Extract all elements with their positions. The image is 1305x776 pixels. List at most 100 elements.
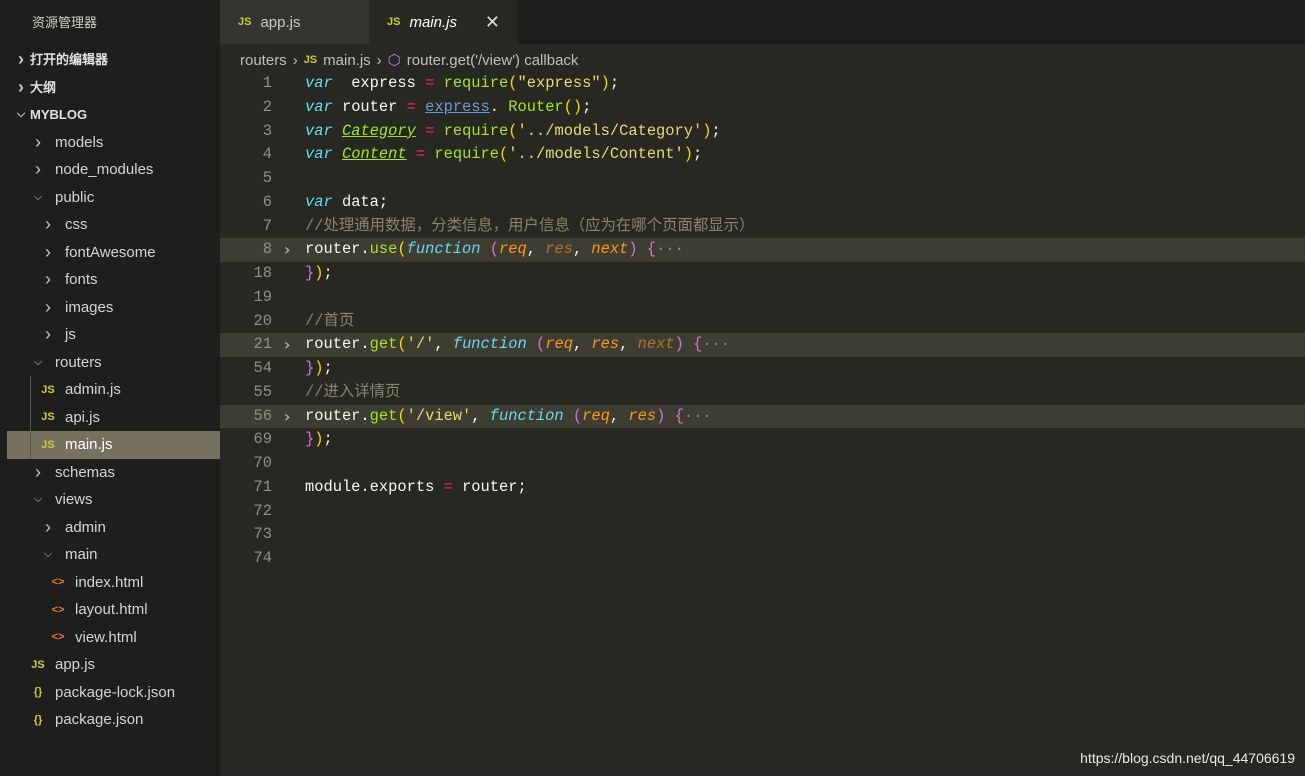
code-token: require xyxy=(443,74,509,92)
tree-item[interactable]: <> layout.html xyxy=(7,596,220,624)
code-line: 21 › router.get('/', function (req, res, n… xyxy=(220,333,1305,357)
code-token: ( xyxy=(508,121,518,140)
code-text: //处理通用数据，分类信息，用户信息（应为在哪个页面都显示） xyxy=(305,215,754,239)
tree-item[interactable]: JS api.js xyxy=(7,404,220,432)
code-line: 6 var data; xyxy=(220,191,1305,215)
chevron-down-icon: ⌵ xyxy=(33,190,43,203)
tree-item[interactable]: <> view.html xyxy=(7,624,220,652)
code-token: = xyxy=(415,145,426,164)
breadcrumb-folder[interactable]: routers xyxy=(240,52,287,69)
code-text: //进入详情页 xyxy=(305,381,400,405)
tree-item[interactable]: ⌵ main xyxy=(7,541,220,569)
tree-item-label: js xyxy=(65,326,76,344)
tree-item[interactable]: › fonts xyxy=(7,266,220,294)
line-number: 56 xyxy=(253,406,272,425)
code-line: 71 module.exports = router; xyxy=(220,476,1305,500)
chevron-right-icon: › xyxy=(376,51,382,69)
close-icon[interactable]: ✕ xyxy=(485,12,500,33)
section-label: MYBLOG xyxy=(30,107,88,122)
code-token: var xyxy=(305,121,333,140)
code-text: var express = require("express"); xyxy=(305,72,619,96)
code-token: , xyxy=(526,240,546,259)
code-token: = xyxy=(425,121,435,140)
tree-item[interactable]: › admin xyxy=(7,514,220,542)
tree-item[interactable]: › images xyxy=(7,294,220,322)
code-token: = xyxy=(406,97,416,116)
tab-app-js[interactable]: JS app.js xyxy=(220,0,369,44)
code-line: 3 var Category = require('../models/Categ… xyxy=(220,120,1305,144)
tree-item[interactable]: JS app.js xyxy=(7,651,220,679)
code-token: ··· xyxy=(656,240,684,259)
code-text: var router = express. Router(); xyxy=(305,96,591,120)
tree-item[interactable]: › js xyxy=(7,321,220,349)
code-token: ) xyxy=(314,430,324,449)
code-token: get xyxy=(369,335,398,354)
code-line: 18}); xyxy=(220,262,1305,286)
tree-item-label: public xyxy=(55,188,95,206)
code-token: '/view' xyxy=(406,406,472,425)
section-0[interactable]: › 打开的编辑器 xyxy=(0,46,220,74)
code-text: }); xyxy=(305,428,333,452)
code-token: ) xyxy=(656,406,666,425)
code-token: "express" xyxy=(517,74,601,92)
code-line: 74 xyxy=(220,547,1305,571)
fold-chevron-icon[interactable]: › xyxy=(284,238,290,262)
tree-item[interactable]: ⌵ routers xyxy=(7,349,220,377)
tree-item[interactable]: {} package-lock.json xyxy=(7,679,220,707)
code-line: 1 var express = require("express"); xyxy=(220,72,1305,96)
code-line: 7 //处理通用数据，分类信息，用户信息（应为在哪个页面都显示） xyxy=(220,215,1305,239)
code-line: 56 › router.get('/view', function (req, re… xyxy=(220,404,1305,429)
tree-item-label: node_modules xyxy=(55,161,154,179)
html-file-icon: <> xyxy=(51,603,65,616)
line-number: 19 xyxy=(253,287,272,306)
tree-item-label: package.json xyxy=(55,711,144,729)
code-line: 54}); xyxy=(220,357,1305,381)
editor-tabs: JS app.js JS main.js ✕ xyxy=(220,0,1305,44)
breadcrumb-symbol[interactable]: router.get('/view') callback xyxy=(407,52,579,69)
code-editor[interactable]: 1 var express = require("express"); 2 var r… xyxy=(220,72,1305,571)
tree-item[interactable]: › models xyxy=(7,129,220,157)
code-text: }); xyxy=(305,262,333,286)
tree-item[interactable]: JS main.js xyxy=(7,431,220,459)
chevron-down-icon: ⌵ xyxy=(33,493,43,506)
fold-chevron-icon[interactable]: › xyxy=(284,333,290,357)
tab-main-js[interactable]: JS main.js ✕ xyxy=(369,0,518,44)
tree-item[interactable]: JS admin.js xyxy=(7,376,220,404)
tree-item[interactable]: ⌵ views xyxy=(7,486,220,514)
code-token: , xyxy=(572,335,592,354)
code-token: res xyxy=(591,335,620,354)
tree-item[interactable]: › node_modules xyxy=(7,156,220,184)
section-1[interactable]: › 大纲 xyxy=(0,74,220,102)
tree-item[interactable]: ⌵ public xyxy=(7,184,220,212)
code-token: ( xyxy=(489,240,500,259)
js-file-icon: JS xyxy=(41,438,55,451)
tree-item-label: fonts xyxy=(65,271,98,289)
fold-chevron-icon[interactable]: › xyxy=(284,405,290,429)
tree-item[interactable]: › schemas xyxy=(7,459,220,487)
tree-item-label: main xyxy=(65,546,98,564)
code-token: , xyxy=(609,406,629,425)
code-token: '../models/Category' xyxy=(517,121,703,140)
code-token: () xyxy=(563,97,583,116)
tree-item[interactable]: <> index.html xyxy=(7,569,220,597)
code-token: ; xyxy=(582,97,592,116)
breadcrumb-file[interactable]: main.js xyxy=(323,52,371,69)
tree-item[interactable]: › fontAwesome xyxy=(7,239,220,267)
code-token: req xyxy=(545,335,573,354)
explorer-sidebar: 资源管理器 › 打开的编辑器 › 大纲 ⌵ MYBLOG › models › node_mod… xyxy=(0,0,220,776)
code-line: 73 xyxy=(220,523,1305,547)
line-number: 70 xyxy=(253,454,272,472)
line-number: 69 xyxy=(253,430,272,449)
line-number: 20 xyxy=(253,311,272,330)
tree-item[interactable]: › css xyxy=(7,211,220,239)
code-line: 2 var router = express. Router(); xyxy=(220,96,1305,120)
code-token: ( xyxy=(397,335,407,354)
code-line: 20 //首页 xyxy=(220,310,1305,334)
section-2[interactable]: ⌵ MYBLOG xyxy=(0,101,220,129)
js-file-icon: JS xyxy=(303,54,318,66)
code-token: } xyxy=(305,359,315,377)
tree-item[interactable]: {} package.json xyxy=(7,706,220,734)
chevron-down-icon: ⌵ xyxy=(33,355,43,368)
